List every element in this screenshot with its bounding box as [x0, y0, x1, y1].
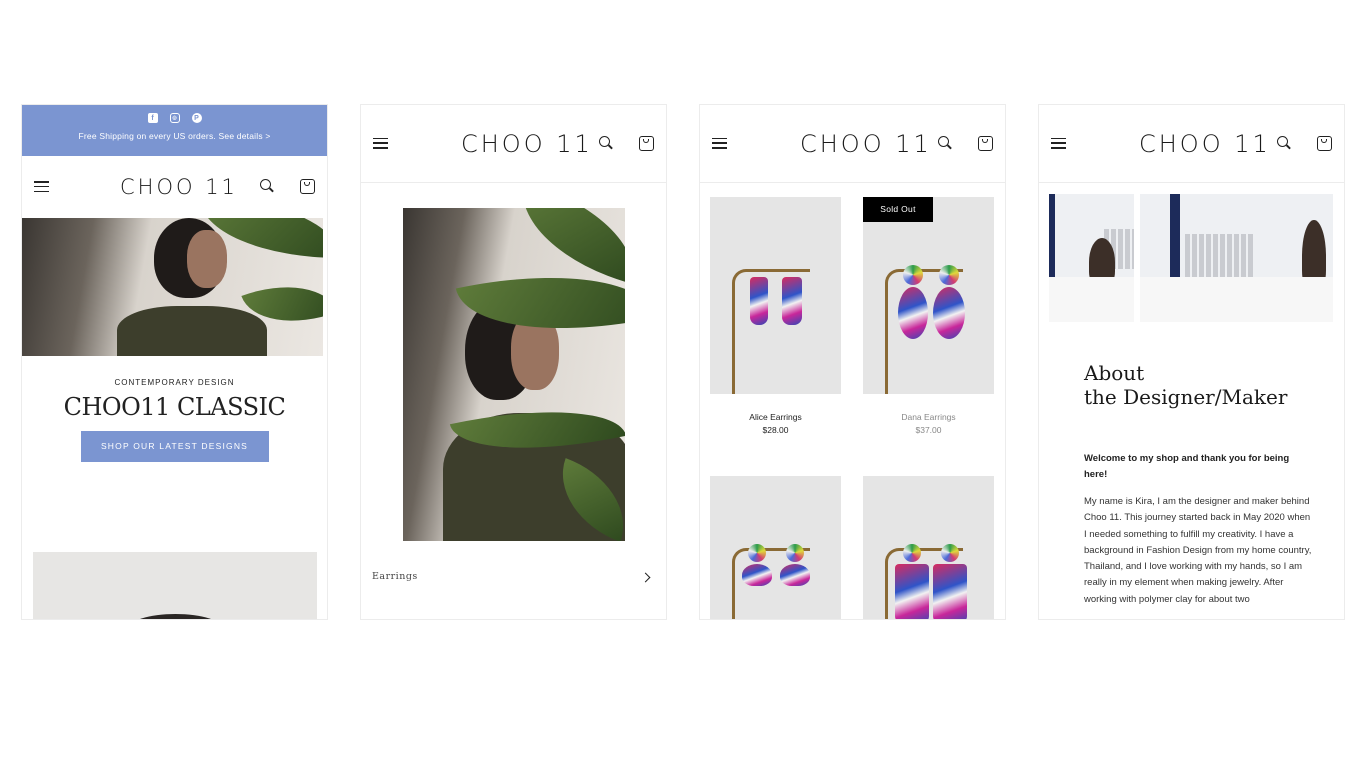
- about-title-line: the Designer/Maker: [1084, 385, 1288, 409]
- about-title: About the Designer/Maker: [1084, 361, 1287, 409]
- site-logo[interactable]: CHOO 11: [1139, 130, 1271, 158]
- product-image[interactable]: [863, 476, 994, 619]
- instagram-icon[interactable]: ◎: [169, 113, 180, 123]
- product-image[interactable]: [710, 476, 841, 619]
- site-logo[interactable]: CHOO 11: [800, 130, 932, 158]
- search-icon[interactable]: [938, 135, 952, 150]
- pinterest-icon[interactable]: P: [191, 113, 202, 123]
- product-name[interactable]: Dana Earrings: [863, 412, 994, 422]
- product-card[interactable]: [863, 476, 994, 619]
- hamburger-icon[interactable]: [1051, 137, 1066, 149]
- announcement-text[interactable]: Free Shipping on every US orders. See de…: [22, 131, 327, 141]
- search-icon[interactable]: [599, 135, 613, 150]
- facebook-icon[interactable]: f: [147, 113, 158, 123]
- shop-latest-button[interactable]: SHOP OUR LATEST DESIGNS: [80, 431, 269, 462]
- cart-icon[interactable]: [1317, 135, 1332, 151]
- studio-photo: [1049, 194, 1134, 322]
- phone-home-screen: f ◎ P Free Shipping on every US orders. …: [21, 104, 328, 620]
- site-logo[interactable]: CHOO 11: [461, 130, 593, 158]
- product-name[interactable]: Alice Earrings: [710, 412, 841, 422]
- collection-image[interactable]: [403, 208, 625, 541]
- product-image[interactable]: Sold Out: [863, 197, 994, 394]
- chevron-right-icon[interactable]: [640, 572, 651, 583]
- search-icon[interactable]: [260, 179, 274, 193]
- cart-icon[interactable]: [978, 135, 993, 151]
- site-header: CHOO 11: [22, 156, 327, 218]
- hamburger-icon[interactable]: [34, 181, 49, 193]
- product-image[interactable]: [710, 197, 841, 394]
- hamburger-icon[interactable]: [373, 137, 388, 149]
- about-title-line: About: [1084, 361, 1145, 385]
- hero-image: [22, 218, 323, 356]
- announcement-bar: f ◎ P Free Shipping on every US orders. …: [22, 105, 327, 156]
- phone-about-screen: CHOO 11 About the Designer/Maker Welcome…: [1038, 104, 1345, 620]
- category-label[interactable]: Earrings: [372, 571, 418, 582]
- site-header: CHOO 11: [1039, 105, 1344, 183]
- hamburger-icon[interactable]: [712, 137, 727, 149]
- hero-caption: CONTEMPORARY DESIGN CHOO11 CLASSIC SHOP …: [22, 356, 327, 462]
- secondary-image: [33, 552, 317, 619]
- site-header: CHOO 11: [700, 105, 1005, 183]
- sold-out-badge: Sold Out: [863, 197, 933, 222]
- product-card[interactable]: Sold Out Dana Earrings $37.00: [863, 197, 994, 435]
- search-icon[interactable]: [1277, 135, 1291, 150]
- product-price: $37.00: [915, 425, 942, 435]
- social-links: f ◎ P: [22, 105, 327, 131]
- hero-title: CHOO11 CLASSIC: [63, 393, 286, 421]
- product-card[interactable]: [710, 476, 841, 619]
- hero-eyebrow: CONTEMPORARY DESIGN: [114, 378, 235, 387]
- phone-collection-screen: CHOO 11 Earrings: [360, 104, 667, 620]
- product-card[interactable]: Alice Earrings $28.00: [710, 197, 841, 435]
- site-header: CHOO 11: [361, 105, 666, 183]
- about-body: My name is Kira, I am the designer and m…: [1084, 496, 1312, 605]
- site-logo[interactable]: CHOO 11: [120, 175, 238, 199]
- cart-icon[interactable]: [300, 179, 315, 194]
- cart-icon[interactable]: [639, 135, 654, 151]
- phone-shop-screen: CHOO 11 Alice Earrings $28.00 Sold Out D…: [699, 104, 1006, 620]
- studio-photo: [1140, 194, 1333, 322]
- product-price: $28.00: [762, 425, 789, 435]
- about-intro: Welcome to my shop and thank you for bei…: [1084, 453, 1290, 480]
